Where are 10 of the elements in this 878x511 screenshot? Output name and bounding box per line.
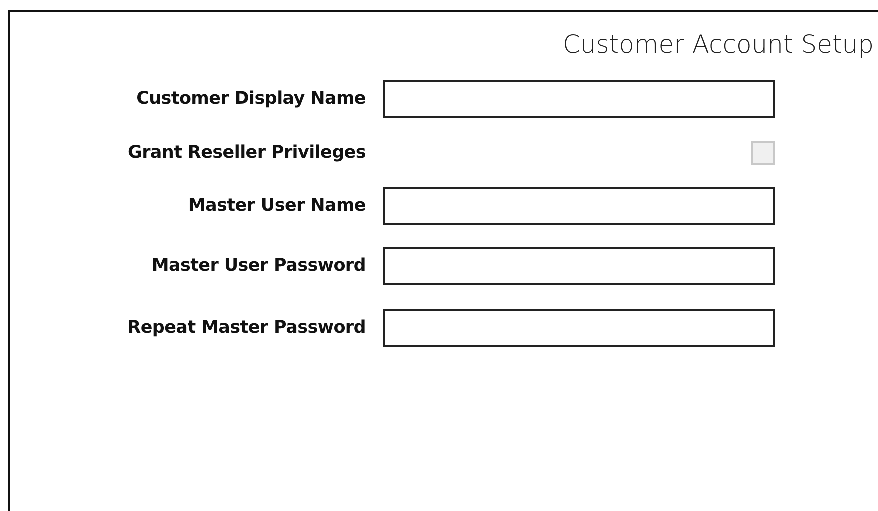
input-field[interactable] <box>383 80 775 118</box>
password-field[interactable] <box>383 309 775 347</box>
password-field[interactable] <box>383 247 775 285</box>
field-label: Grant Reseller Privileges <box>128 143 366 163</box>
input-field[interactable] <box>383 187 775 225</box>
field-label: Repeat Master Password <box>128 318 366 338</box>
field-label: Master User Name <box>188 196 366 216</box>
field-label: Customer Display Name <box>136 89 366 109</box>
form-title: Customer Account Setup <box>562 29 874 61</box>
field-label: Master User Password <box>152 256 366 276</box>
